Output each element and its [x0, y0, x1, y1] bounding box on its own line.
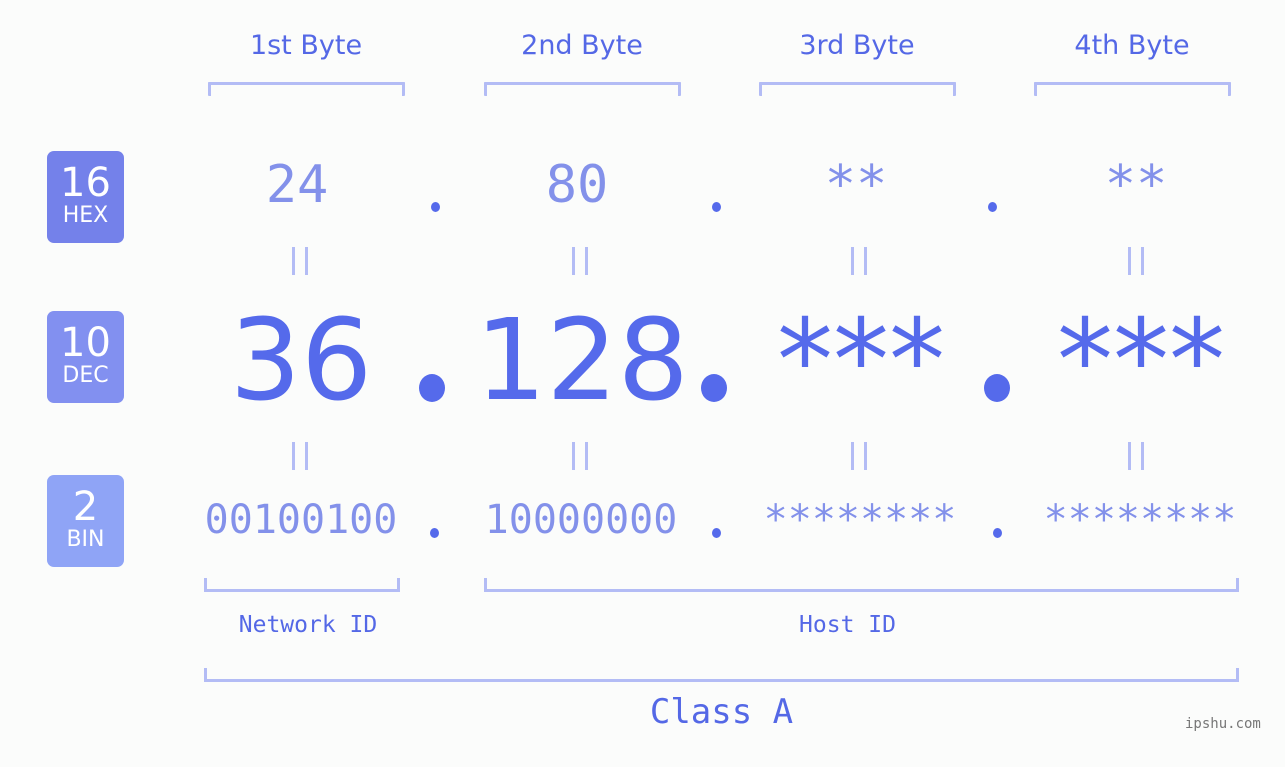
dec-separator-dot [419, 374, 445, 402]
bin-separator-dot [430, 528, 439, 538]
hex-octet-4: ** [1104, 155, 1168, 215]
equals-icon [292, 247, 308, 275]
hex-badge: 16 HEX [47, 151, 124, 243]
equals-icon [1128, 442, 1144, 470]
header-byte-4: 4th Byte [1074, 30, 1190, 61]
bin-octet-2: 10000000 [484, 497, 678, 543]
hex-octet-2: 80 [545, 155, 609, 215]
dec-octet-2: 128 [475, 296, 689, 426]
hex-separator-dot [988, 202, 997, 212]
equals-icon [851, 442, 867, 470]
dec-octet-4: *** [1057, 296, 1225, 426]
byte-1-bracket [208, 82, 405, 96]
bin-separator-dot [712, 528, 721, 538]
watermark: ipshu.com [1185, 716, 1261, 732]
equals-icon [1128, 247, 1144, 275]
header-byte-3: 3rd Byte [799, 30, 915, 61]
dec-octet-3: *** [777, 296, 945, 426]
byte-4-bracket [1034, 82, 1231, 96]
host-id-label: Host ID [799, 612, 896, 638]
bin-badge: 2 BIN [47, 475, 124, 567]
dec-separator-dot [984, 374, 1010, 402]
bin-base-number: 2 [72, 484, 99, 530]
network-id-label: Network ID [238, 612, 378, 638]
hex-octet-3: ** [824, 155, 888, 215]
host-id-bracket [484, 578, 1239, 592]
equals-icon [572, 442, 588, 470]
bin-separator-dot [993, 528, 1002, 538]
dec-badge: 10 DEC [47, 311, 124, 403]
bin-octet-4: ******** [1043, 497, 1237, 543]
class-bracket [204, 668, 1239, 682]
equals-icon [572, 247, 588, 275]
dec-base-label: DEC [62, 363, 109, 388]
hex-octet-1: 24 [265, 155, 329, 215]
dec-base-number: 10 [60, 320, 111, 366]
hex-separator-dot [431, 202, 440, 212]
ip-class-label: Class A [649, 692, 794, 732]
byte-2-bracket [484, 82, 681, 96]
network-id-bracket [204, 578, 400, 592]
byte-3-bracket [759, 82, 956, 96]
hex-base-number: 16 [60, 160, 111, 206]
header-byte-2: 2nd Byte [521, 30, 643, 61]
hex-separator-dot [712, 202, 721, 212]
hex-base-label: HEX [62, 203, 109, 228]
dec-separator-dot [701, 374, 727, 402]
bin-octet-3: ******** [763, 497, 957, 543]
bin-octet-1: 00100100 [204, 497, 398, 543]
bin-base-label: BIN [66, 527, 105, 552]
header-byte-1: 1st Byte [249, 30, 363, 61]
equals-icon [851, 247, 867, 275]
equals-icon [292, 442, 308, 470]
dec-octet-1: 36 [229, 296, 373, 426]
